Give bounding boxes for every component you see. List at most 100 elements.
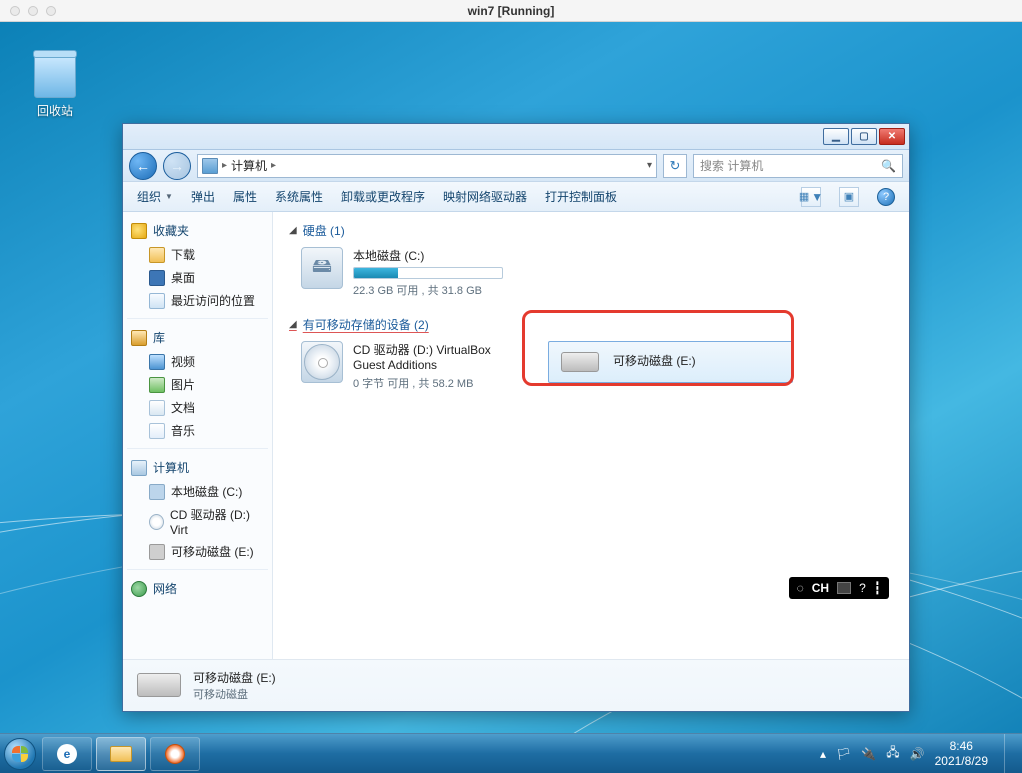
tray-action-center-icon[interactable]: 🏳 (836, 747, 851, 761)
breadcrumb-dropdown-icon[interactable]: ▾ (647, 160, 652, 171)
taskbar-item-explorer[interactable] (96, 737, 146, 771)
collapse-icon: ◢ (289, 225, 297, 236)
toolbar-map-network-button[interactable]: 映射网络驱动器 (443, 188, 527, 205)
tray-network-icon[interactable]: 🖧 (886, 743, 899, 764)
desktop[interactable]: 回收站 ▁ ▢ ✕ ← → ▸ 计算机 ▸ ▾ ↻ 搜索 计算机 🔍 (0, 22, 1022, 733)
sidebar-network-header[interactable]: 网络 (123, 576, 272, 601)
desktop-icon (149, 270, 165, 286)
address-bar-row: ← → ▸ 计算机 ▸ ▾ ↻ 搜索 计算机 🔍 (123, 150, 909, 182)
chevron-down-icon: ▼ (165, 192, 173, 201)
host-maximize-icon[interactable] (46, 6, 56, 16)
search-placeholder: 搜索 计算机 (700, 157, 763, 174)
tray-show-hidden-icon[interactable]: ▴ (820, 747, 826, 761)
usb-icon (149, 544, 165, 560)
maximize-button[interactable]: ▢ (851, 128, 877, 145)
taskbar-item-ie[interactable]: e (42, 737, 92, 771)
show-desktop-button[interactable] (1004, 734, 1014, 773)
hdd-icon (149, 484, 165, 500)
sidebar-item-music[interactable]: 音乐 (123, 419, 272, 442)
computer-icon (202, 158, 218, 174)
tray-power-icon[interactable]: 🔌 (861, 747, 876, 761)
tray-volume-icon[interactable]: 🔊 (910, 747, 925, 761)
star-icon (131, 223, 147, 239)
ime-help-icon[interactable]: ? (859, 581, 866, 595)
drive-label: CD 驱动器 (D:) VirtualBox Guest Additions (353, 341, 526, 372)
group-header-removable[interactable]: ◢ 有可移动存储的设备 (2) (289, 316, 893, 333)
search-input[interactable]: 搜索 计算机 🔍 (693, 154, 903, 178)
hdd-icon: 🖴 (301, 247, 343, 289)
preview-pane-button[interactable]: ▣ (839, 187, 859, 207)
sidebar-favorites-header[interactable]: 收藏夹 (123, 218, 272, 243)
drive-item-local-c[interactable]: 🖴 本地磁盘 (C:) 22.3 GB 可用 , 共 31.8 GB (301, 247, 541, 298)
details-title: 可移动磁盘 (E:) (193, 669, 276, 686)
refresh-button[interactable]: ↻ (663, 154, 687, 178)
nav-forward-button[interactable]: → (163, 152, 191, 180)
sidebar-item-local-c[interactable]: 本地磁盘 (C:) (123, 480, 272, 503)
drive-label: 可移动磁盘 (E:) (613, 352, 696, 369)
close-button[interactable]: ✕ (879, 128, 905, 145)
toolbar-eject-button[interactable]: 弹出 (191, 188, 215, 205)
ime-options-icon[interactable]: ┇ (874, 581, 881, 595)
documents-icon (149, 400, 165, 416)
tray-clock[interactable]: 8:46 2021/8/29 (935, 739, 988, 768)
view-mode-button[interactable]: ▦▼ (801, 187, 821, 207)
content-pane[interactable]: ◢ 硬盘 (1) 🖴 本地磁盘 (C:) 22.3 GB 可用 , 共 31.8… (273, 212, 909, 659)
sidebar-computer-header[interactable]: 计算机 (123, 455, 272, 480)
toolbar-organize-button[interactable]: 组织▼ (137, 188, 173, 205)
removable-drive-icon (561, 352, 599, 372)
network-icon (131, 581, 147, 597)
breadcrumb-separator-icon: ▸ (222, 160, 227, 171)
sidebar-item-downloads[interactable]: 下载 (123, 243, 272, 266)
breadcrumb[interactable]: ▸ 计算机 ▸ ▾ (197, 154, 657, 178)
cd-drive-icon (301, 341, 343, 383)
ime-language-label[interactable]: CH (812, 581, 829, 595)
computer-icon (131, 460, 147, 476)
system-tray: ▴ 🏳 🔌 🖧 🔊 8:46 2021/8/29 (820, 734, 1014, 773)
drive-item-cd-d[interactable]: CD 驱动器 (D:) VirtualBox Guest Additions 0… (301, 341, 526, 391)
drive-meta: 22.3 GB 可用 , 共 31.8 GB (353, 282, 541, 298)
sidebar-item-videos[interactable]: 视频 (123, 350, 272, 373)
sidebar-item-pictures[interactable]: 图片 (123, 373, 272, 396)
sidebar-item-removable-e[interactable]: 可移动磁盘 (E:) (123, 540, 272, 563)
toolbar-properties-button[interactable]: 属性 (233, 188, 257, 205)
breadcrumb-location[interactable]: 计算机 (231, 157, 267, 174)
details-pane: 可移动磁盘 (E:) 可移动磁盘 (123, 659, 909, 711)
toolbar-system-properties-button[interactable]: 系统属性 (275, 188, 323, 205)
ime-keyboard-icon[interactable] (837, 582, 851, 594)
details-subtitle: 可移动磁盘 (193, 686, 276, 702)
ie-icon: e (57, 744, 77, 764)
taskbar: e ▴ 🏳 🔌 🖧 🔊 8:46 2021/8/29 (0, 733, 1022, 773)
navigation-pane: 收藏夹 下载 桌面 最近访问的位置 库 视频 图片 文档 音乐 计算机 本地磁盘… (123, 212, 273, 659)
sidebar-item-cd-d[interactable]: CD 驱动器 (D:) Virt (123, 503, 272, 540)
nav-back-button[interactable]: ← (129, 152, 157, 180)
window-chrome: ▁ ▢ ✕ (123, 124, 909, 150)
recycle-bin-desktop-icon[interactable]: 回收站 (20, 54, 90, 119)
sidebar-item-desktop[interactable]: 桌面 (123, 266, 272, 289)
drive-meta: 0 字节 可用 , 共 58.2 MB (353, 375, 526, 391)
clock-date: 2021/8/29 (935, 754, 988, 768)
drive-label: 本地磁盘 (C:) (353, 247, 541, 264)
ime-toolbar[interactable]: ◌ CH ? ┇ (789, 577, 889, 599)
drive-item-removable-e[interactable]: 可移动磁盘 (E:) (548, 341, 793, 383)
host-minimize-icon[interactable] (28, 6, 38, 16)
start-button[interactable] (0, 734, 40, 773)
taskbar-item-media-player[interactable] (150, 737, 200, 771)
minimize-button[interactable]: ▁ (823, 128, 849, 145)
ime-switch-icon[interactable]: ◌ (797, 581, 804, 595)
folder-icon (110, 746, 132, 762)
music-icon (149, 423, 165, 439)
explorer-body: 收藏夹 下载 桌面 最近访问的位置 库 视频 图片 文档 音乐 计算机 本地磁盘… (123, 212, 909, 659)
toolbar-control-panel-button[interactable]: 打开控制面板 (545, 188, 617, 205)
sidebar-libraries-header[interactable]: 库 (123, 325, 272, 350)
host-close-icon[interactable] (10, 6, 20, 16)
removable-drive-icon (137, 669, 181, 703)
pictures-icon (149, 377, 165, 393)
sidebar-item-recent[interactable]: 最近访问的位置 (123, 289, 272, 312)
group-header-hdd[interactable]: ◢ 硬盘 (1) (289, 222, 893, 239)
sidebar-item-documents[interactable]: 文档 (123, 396, 272, 419)
clock-time: 8:46 (935, 739, 988, 753)
help-button[interactable]: ? (877, 188, 895, 206)
toolbar-uninstall-button[interactable]: 卸载或更改程序 (341, 188, 425, 205)
explorer-window: ▁ ▢ ✕ ← → ▸ 计算机 ▸ ▾ ↻ 搜索 计算机 🔍 组织▼ 弹出 属性 (122, 123, 910, 712)
recent-icon (149, 293, 165, 309)
